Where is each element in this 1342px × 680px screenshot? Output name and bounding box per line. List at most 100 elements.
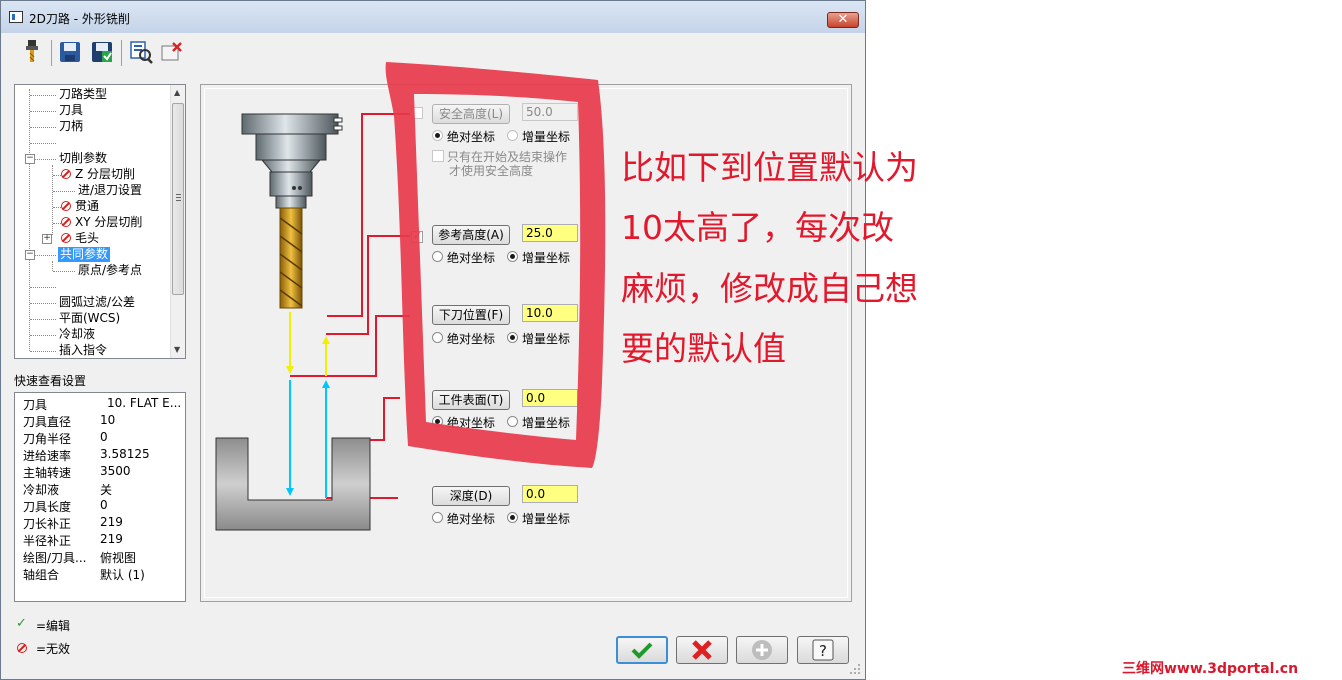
tree-line	[30, 143, 56, 144]
tree-line	[30, 335, 56, 336]
annotation-line-4: 要的默认值	[621, 329, 786, 368]
depth-button[interactable]: 深度(D)	[432, 486, 510, 506]
expand-icon[interactable]: +	[42, 234, 52, 244]
qv-key: 绘图/刀具...	[23, 551, 87, 565]
tree-line	[52, 261, 53, 271]
collapse-icon[interactable]: −	[25, 250, 35, 260]
qv-value: 俯视图	[100, 551, 137, 565]
qv-key: 刀长补正	[23, 517, 72, 531]
tree-line	[53, 191, 75, 192]
tree-line	[30, 111, 56, 112]
help-button[interactable]: ?	[797, 636, 849, 664]
qv-value: 关	[100, 483, 113, 497]
help-icon: ?	[812, 639, 834, 661]
tree-item-linking-params[interactable]: 共同参数	[58, 247, 111, 262]
qv-value: 10. FLAT E...	[107, 396, 182, 410]
legend-edited: =编辑	[36, 619, 71, 633]
resize-grip-icon[interactable]	[848, 662, 862, 676]
save-icon[interactable]	[57, 38, 83, 66]
legend-invalid: =无效	[36, 642, 71, 656]
tree-item-lead-in-out[interactable]: 进/退刀设置	[78, 183, 142, 198]
watermark: 三维网www.3dportal.cn	[1122, 661, 1299, 677]
qv-key: 半径补正	[23, 534, 72, 548]
qv-value: 0	[100, 498, 108, 512]
tree-item-canned-text[interactable]: 插入指令	[59, 343, 107, 358]
tree-item-coolant[interactable]: 冷却液	[59, 327, 95, 342]
toolbar-separator	[51, 40, 52, 66]
invalid-icon	[61, 233, 71, 243]
view-icon[interactable]	[128, 38, 154, 66]
tree-item-label: 毛头	[75, 231, 100, 245]
svg-text:?: ?	[819, 642, 827, 660]
tree-line	[53, 175, 61, 176]
tree-item-cut-params[interactable]: 切削参数	[59, 151, 107, 166]
check-icon	[631, 642, 653, 659]
tree-item-label: XY 分层切削	[75, 215, 143, 229]
toolbar-separator	[121, 40, 122, 66]
qv-key: 刀角半径	[23, 432, 72, 446]
tree-line	[35, 159, 56, 160]
cancel-button[interactable]	[676, 636, 728, 664]
tree-line	[30, 319, 56, 320]
save-as-icon[interactable]	[89, 38, 115, 66]
annotation-line-2: 10太高了，每次改	[621, 208, 894, 247]
tree-item-multi-passes[interactable]: XY 分层切削	[61, 215, 142, 230]
ok-button[interactable]	[616, 636, 668, 664]
tree-line	[30, 127, 56, 128]
tree-line	[35, 255, 56, 256]
tree-line	[29, 89, 30, 351]
window-title: 2D刀路 - 外形铣削	[29, 12, 130, 26]
qv-value: 3500	[100, 464, 131, 478]
tree-item-break-through[interactable]: 贯通	[61, 199, 99, 214]
depth-abs-label: 绝对坐标	[447, 512, 496, 526]
qv-value: 219	[100, 515, 123, 529]
quick-view-panel: 刀具 10. FLAT E... 刀具直径 10 刀角半径 0 进给速率 3.5…	[14, 392, 186, 602]
tree-item-tool[interactable]: 刀具	[59, 103, 83, 118]
qv-key: 冷却液	[23, 483, 60, 497]
scroll-up-icon[interactable]: ▲	[174, 88, 180, 97]
delete-icon[interactable]	[159, 38, 185, 66]
tree-item-home-ref-points[interactable]: 原点/参考点	[78, 263, 142, 278]
tree-line	[30, 95, 56, 96]
qv-value: 219	[100, 532, 123, 546]
qv-key: 刀具直径	[23, 415, 72, 429]
plus-icon	[752, 640, 772, 660]
tree-item-label: 贯通	[75, 199, 100, 213]
tree-line	[30, 287, 56, 288]
qv-value: 10	[100, 413, 116, 427]
qv-value: 3.58125	[100, 447, 150, 461]
depth-inc-radio[interactable]	[507, 512, 518, 523]
title-bar[interactable]: 2D刀路 - 外形铣削 ✕	[1, 1, 865, 33]
tree-item-tabs[interactable]: 毛头	[61, 231, 99, 246]
tree-item-toolpath-type[interactable]: 刀路类型	[59, 87, 107, 102]
tree-item-depth-cuts[interactable]: Z 分层切削	[61, 167, 135, 182]
depth-field[interactable]: 0.0	[522, 485, 578, 503]
close-icon	[692, 640, 712, 660]
invalid-icon	[61, 201, 71, 211]
qv-value: 默认 (1)	[100, 568, 145, 582]
edited-check-icon: ✓	[16, 616, 27, 631]
depth-abs-radio[interactable]	[432, 512, 443, 523]
add-button[interactable]	[736, 636, 788, 664]
tree-line	[53, 271, 75, 272]
tree-item-planes[interactable]: 平面(WCS)	[59, 311, 120, 326]
parameter-tree[interactable]: 刀路类型 刀具 刀柄 − 切削参数 Z 分层切削 进/退刀设置 贯通 XY 分层…	[14, 84, 186, 359]
depth-inc-label: 增量坐标	[522, 512, 571, 526]
qv-key: 主轴转速	[23, 466, 72, 480]
qv-key: 刀具长度	[23, 500, 72, 514]
scroll-thumb[interactable]	[172, 103, 184, 295]
invalid-icon	[61, 169, 71, 179]
tree-line	[30, 303, 56, 304]
qv-key: 刀具	[23, 398, 48, 412]
qv-value: 0	[100, 430, 108, 444]
tree-item-arc-filter[interactable]: 圆弧过滤/公差	[59, 295, 135, 310]
close-button[interactable]: ✕	[827, 12, 859, 28]
qv-key: 进给速率	[23, 449, 72, 463]
tool-icon[interactable]	[19, 38, 45, 66]
invalid-icon	[61, 217, 71, 227]
scroll-down-icon[interactable]: ▼	[174, 345, 180, 354]
invalid-icon	[17, 641, 31, 655]
tree-scrollbar[interactable]: ▲ ▼	[170, 85, 185, 358]
collapse-icon[interactable]: −	[25, 154, 35, 164]
tree-item-holder[interactable]: 刀柄	[59, 119, 83, 134]
